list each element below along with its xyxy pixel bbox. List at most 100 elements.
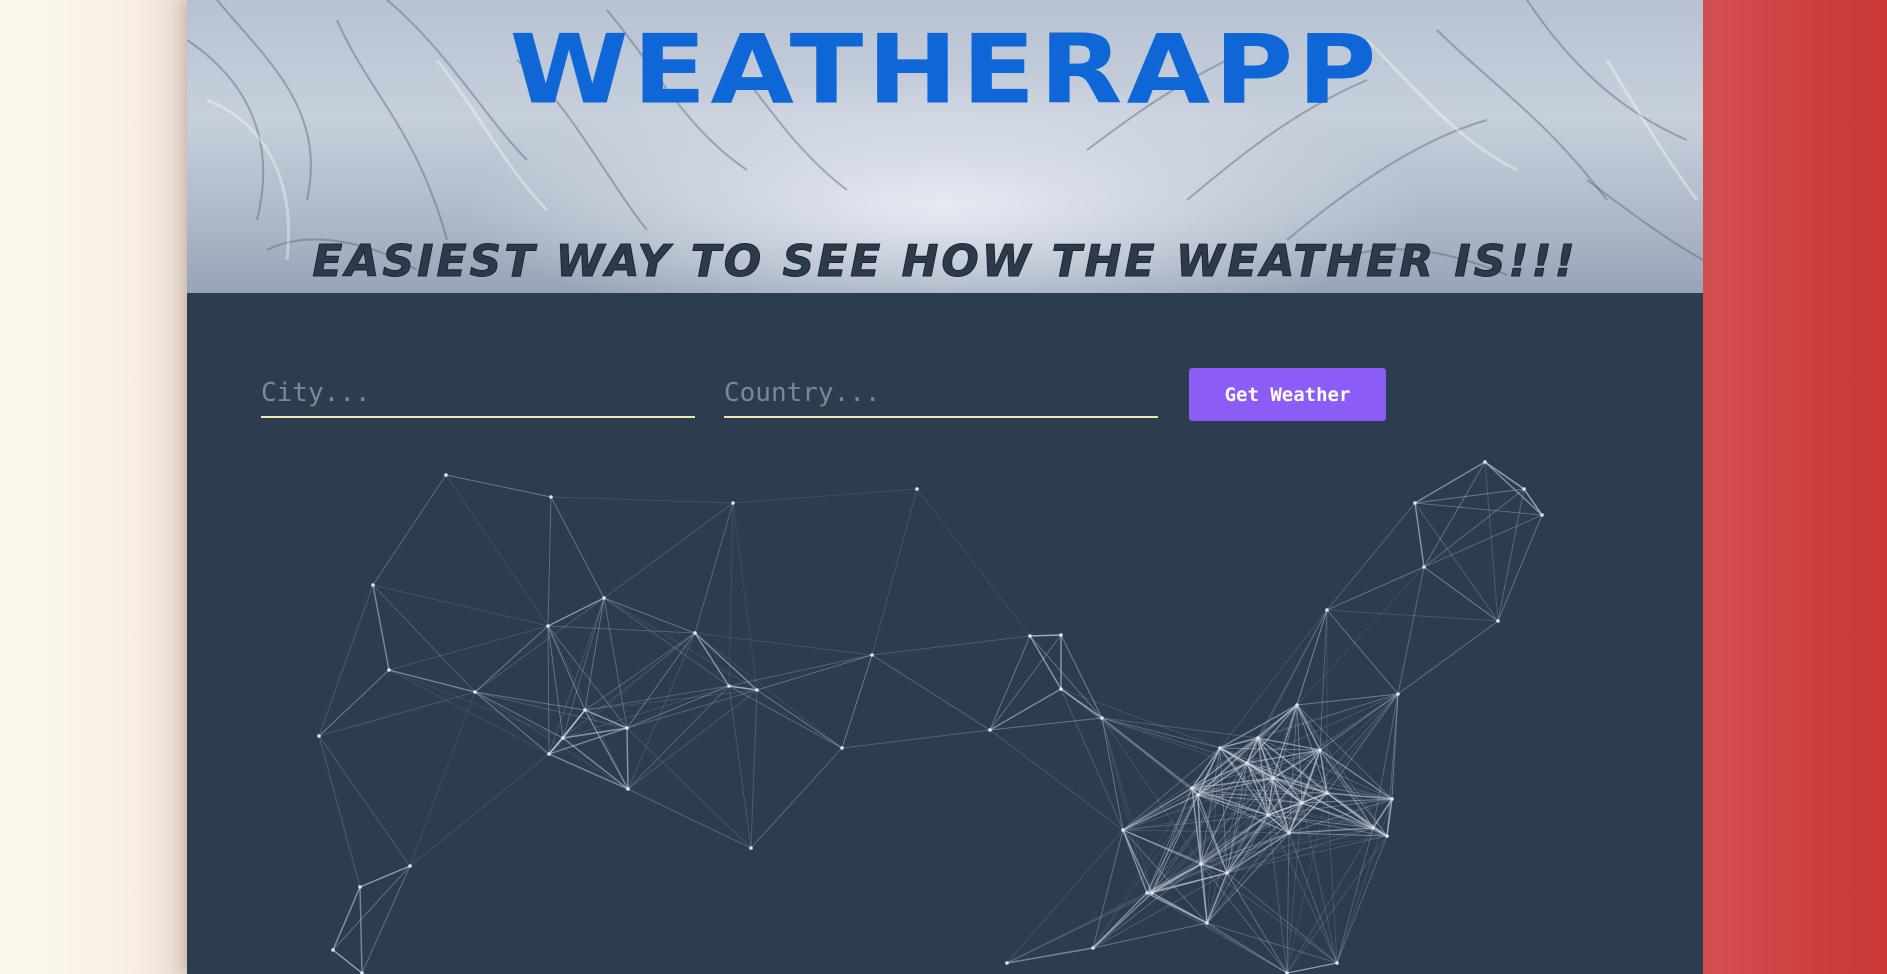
network-link	[1060, 688, 1193, 789]
network-link	[361, 865, 411, 974]
network-node	[1225, 871, 1229, 875]
network-link	[562, 632, 696, 739]
network-link	[548, 753, 629, 790]
get-weather-button[interactable]: Get Weather	[1189, 368, 1386, 421]
network-link	[547, 625, 550, 755]
network-node	[408, 864, 412, 868]
network-link	[474, 691, 628, 729]
network-link	[550, 496, 605, 599]
network-link	[1423, 566, 1499, 622]
network-node	[1218, 746, 1222, 750]
country-input[interactable]	[724, 369, 1158, 418]
network-link	[750, 747, 843, 849]
network-link	[318, 735, 361, 888]
network-link	[1101, 717, 1153, 894]
network-link	[1484, 461, 1543, 516]
network-node	[371, 583, 375, 587]
network-link	[871, 654, 991, 731]
network-link	[1146, 892, 1208, 924]
network-node	[331, 948, 335, 952]
network-node	[988, 728, 992, 732]
network-link	[318, 735, 411, 867]
page-background-left	[0, 0, 187, 974]
network-node	[1196, 793, 1200, 797]
network-link	[1296, 566, 1425, 706]
network-link	[603, 597, 628, 729]
network-node	[1100, 716, 1104, 720]
network-link	[871, 488, 918, 656]
network-node	[1318, 748, 1322, 752]
header-hero: WEATHERAPP EASIEST WAY TO SEE HOW THE WE…	[187, 0, 1703, 293]
network-node	[755, 688, 759, 692]
network-link	[1006, 947, 1094, 964]
network-node	[1205, 921, 1209, 925]
network-link	[1397, 566, 1425, 695]
network-node	[561, 736, 565, 740]
network-link	[1326, 502, 1416, 611]
network-node	[727, 684, 731, 688]
network-node	[1150, 891, 1154, 895]
network-node	[693, 631, 697, 635]
network-link	[627, 689, 758, 790]
network-link	[445, 474, 552, 498]
network-node	[1396, 692, 1400, 696]
network-link	[474, 597, 605, 693]
search-form: Get Weather	[187, 365, 1703, 425]
network-node	[1059, 633, 1063, 637]
network-node	[1496, 619, 1500, 623]
network-link	[841, 729, 991, 749]
network-link	[1326, 566, 1425, 611]
network-node	[583, 708, 587, 712]
network-link	[359, 865, 411, 888]
network-link	[1006, 892, 1148, 964]
page-background-right	[1703, 0, 1887, 974]
network-link	[388, 669, 550, 755]
network-node	[1335, 961, 1339, 965]
network-link	[1414, 502, 1425, 568]
network-node	[1295, 703, 1299, 707]
network-link	[1029, 635, 1103, 719]
network-node	[546, 624, 550, 628]
network-link	[694, 632, 873, 656]
network-link	[694, 502, 734, 634]
network-node	[473, 690, 477, 694]
network-link	[1092, 922, 1208, 949]
network-link	[728, 685, 843, 749]
network-node	[387, 668, 391, 672]
network-link	[1326, 609, 1399, 695]
network-link	[1029, 635, 1062, 690]
network-link	[1423, 488, 1525, 568]
network-link	[732, 488, 918, 504]
network-link	[989, 729, 1124, 831]
network-link	[445, 474, 549, 627]
network-node	[549, 495, 553, 499]
network-node	[870, 653, 874, 657]
network-link	[584, 709, 629, 790]
network-node	[625, 726, 629, 730]
network-link	[372, 584, 390, 671]
network-link	[1414, 502, 1543, 516]
network-link	[1257, 693, 1399, 739]
network-link	[1397, 620, 1499, 695]
network-link	[1484, 461, 1525, 490]
network-link	[1200, 863, 1338, 964]
network-link	[562, 737, 629, 790]
network-link	[1296, 693, 1399, 706]
network-link	[1092, 787, 1193, 949]
network-node	[749, 846, 753, 850]
network-link	[989, 635, 1031, 731]
city-input[interactable]	[261, 369, 695, 418]
network-link	[756, 654, 873, 691]
network-node	[358, 885, 362, 889]
network-node	[1540, 513, 1544, 517]
network-node	[444, 473, 448, 477]
network-link	[756, 689, 843, 749]
network-link	[1301, 802, 1374, 829]
network-link	[1060, 634, 1103, 719]
network-node	[840, 746, 844, 750]
network-node	[1325, 608, 1329, 612]
app-title: WEATHERAPP	[509, 15, 1381, 126]
network-node	[1190, 786, 1194, 790]
network-link	[728, 654, 873, 687]
network-link	[1006, 829, 1124, 964]
